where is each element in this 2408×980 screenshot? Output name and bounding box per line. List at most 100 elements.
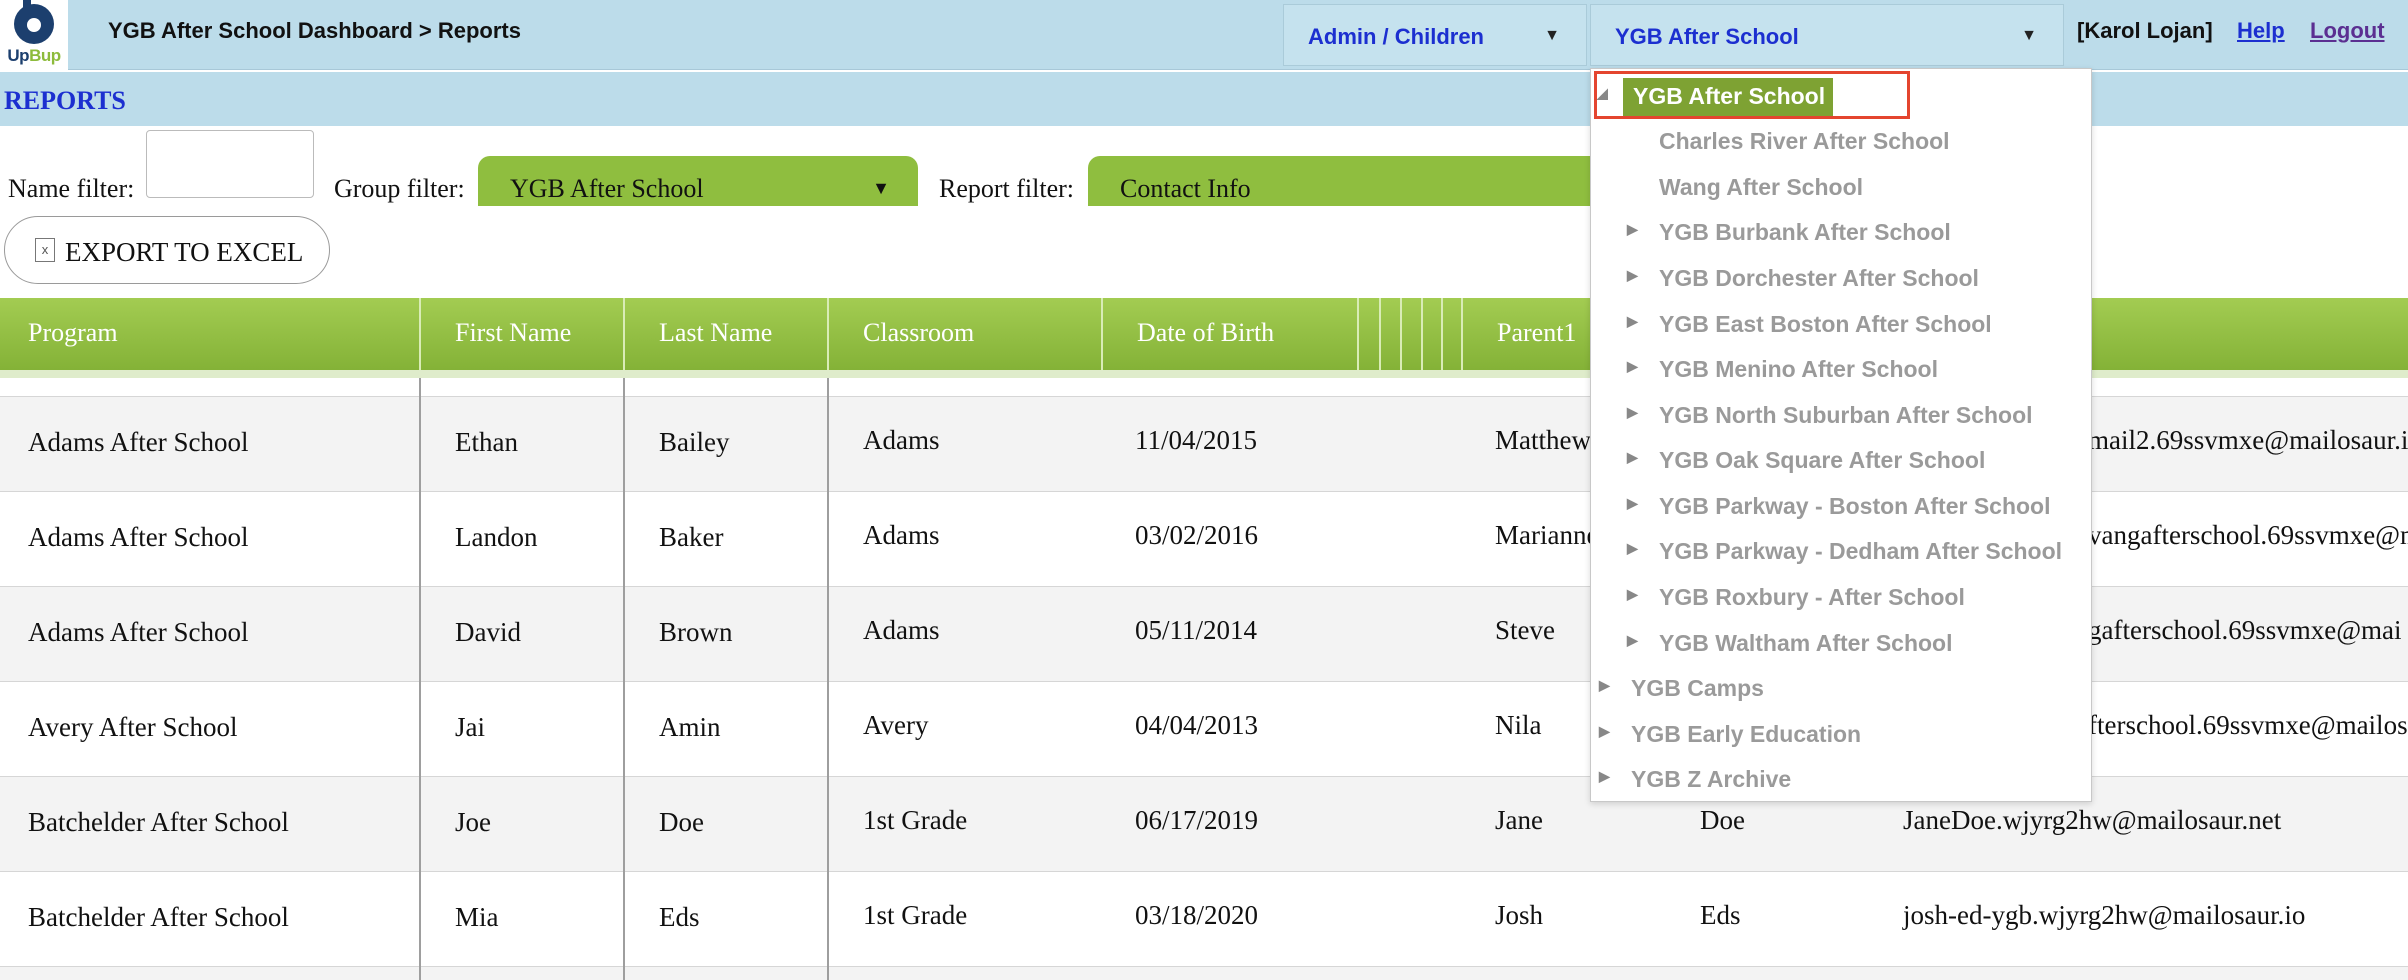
expand-arrow-icon[interactable]: ▶ — [1627, 404, 1638, 421]
tree-item-oak-square[interactable]: ▶ YGB Oak Square After School — [1591, 438, 2091, 482]
expand-arrow-icon[interactable]: ▶ — [1627, 358, 1638, 375]
page-title: REPORTS — [4, 86, 126, 115]
expand-arrow-icon[interactable]: ▶ — [1627, 221, 1638, 238]
help-link[interactable]: Help — [2237, 18, 2285, 44]
tree-item-charles-river[interactable]: Charles River After School — [1591, 119, 2091, 163]
cell-classroom: Adams — [863, 520, 940, 550]
column-divider[interactable] — [1357, 298, 1359, 370]
tree-item-burbank[interactable]: ▶ YGB Burbank After School — [1591, 210, 2091, 254]
expand-arrow-icon[interactable]: ▶ — [1627, 449, 1638, 466]
expand-arrow-icon[interactable]: ▶ — [1627, 495, 1638, 512]
group-filter-label: Group filter: — [334, 174, 465, 203]
column-header-date-of-birth[interactable]: Date of Birth — [1137, 318, 1274, 348]
column-header-parent1[interactable]: Parent1 — [1497, 318, 1576, 348]
cell-first-name: Jai — [455, 712, 485, 742]
school-dropdown-label: YGB After School — [1615, 24, 1799, 49]
cell-parent1-first: Marianne — [1495, 520, 1599, 550]
cell-classroom: Adams — [863, 615, 940, 645]
column-divider[interactable] — [623, 298, 625, 370]
expand-arrow-icon[interactable]: ▶ — [1599, 677, 1610, 694]
group-filter-value: YGB After School — [510, 174, 704, 203]
cell-parent1-email: fterschool.69ssvmxe@mailos — [2088, 710, 2408, 740]
tree-item-label: YGB Parkway - Dedham After School — [1659, 538, 2063, 564]
cell-date-of-birth: 05/11/2014 — [1135, 615, 1258, 645]
column-divider[interactable] — [1461, 298, 1463, 370]
expand-arrow-icon[interactable]: ▶ — [1599, 768, 1610, 785]
chevron-down-icon: ▼ — [2021, 27, 2037, 44]
group-filter-select[interactable]: YGB After School ▼ — [478, 156, 918, 206]
column-divider[interactable] — [827, 298, 829, 370]
report-filter-label: Report filter: — [939, 174, 1075, 203]
expand-arrow-icon[interactable]: ▶ — [1599, 723, 1610, 740]
column-divider — [419, 378, 421, 980]
cell-parent1-email: JaneDoe.wjyrg2hw@mailosaur.net — [1903, 805, 2282, 835]
column-header-first-name[interactable]: First Name — [455, 318, 571, 348]
tree-item-label: Wang After School — [1659, 174, 1864, 200]
cell-date-of-birth: 04/04/2013 — [1135, 710, 1259, 740]
report-filter-select[interactable]: Contact Info — [1088, 156, 1648, 206]
school-tree-dropdown: ◢ YGB After School Charles River After S… — [1590, 68, 2092, 802]
cell-parent1-last: Doe — [1700, 805, 1745, 835]
expand-arrow-icon[interactable]: ▶ — [1627, 267, 1638, 284]
cell-parent1-email: vangafterschool.69ssvmxe@m — [2088, 520, 2408, 550]
column-divider[interactable] — [1379, 298, 1381, 370]
column-divider — [623, 378, 625, 980]
column-header-program[interactable]: Program — [28, 318, 118, 348]
cell-last-name: Doe — [659, 807, 704, 837]
column-divider[interactable] — [1421, 298, 1423, 370]
column-divider[interactable] — [419, 298, 421, 370]
cell-program: Adams After School — [28, 522, 249, 552]
logout-link[interactable]: Logout — [2310, 18, 2385, 44]
tree-item-menino[interactable]: ▶ YGB Menino After School — [1591, 347, 2091, 391]
tree-item-east-boston[interactable]: ▶ YGB East Boston After School — [1591, 302, 2091, 346]
expand-arrow-icon[interactable]: ▶ — [1627, 313, 1638, 330]
cell-last-name: Brown — [659, 617, 733, 647]
cell-program: Batchelder After School — [28, 902, 289, 932]
table-row[interactable]: Batchelder After School Mia Eds 1st Grad… — [0, 871, 2408, 966]
logo[interactable]: UpBup — [0, 0, 68, 70]
column-divider[interactable] — [1101, 298, 1103, 370]
export-to-excel-button[interactable]: x EXPORT TO EXCEL — [4, 216, 330, 284]
tree-item-label: YGB Parkway - Boston After School — [1659, 493, 2051, 519]
column-divider[interactable] — [1400, 298, 1402, 370]
tree-item-label: YGB Oak Square After School — [1659, 447, 1986, 473]
cell-parent1-first: Steve — [1495, 615, 1555, 645]
logo-mark-icon — [14, 0, 54, 44]
cell-parent1-first: Nila — [1495, 710, 1542, 740]
user-name: [Karol Lojan] — [2077, 18, 2213, 43]
export-to-excel-label: EXPORT TO EXCEL — [65, 237, 304, 267]
school-dropdown[interactable]: YGB After School ▼ — [1590, 4, 2064, 66]
cell-last-name: Eds — [659, 902, 700, 932]
tree-item-ygb-early-education[interactable]: ▶ YGB Early Education — [1591, 712, 2091, 756]
admin-children-dropdown-label: Admin / Children — [1308, 24, 1484, 49]
chevron-down-icon: ▼ — [1544, 27, 1560, 44]
cell-date-of-birth: 03/02/2016 — [1135, 520, 1259, 550]
tree-item-dorchester[interactable]: ▶ YGB Dorchester After School — [1591, 256, 2091, 300]
cell-last-name: Amin — [659, 712, 721, 742]
tree-item-parkway-dedham[interactable]: ▶ YGB Parkway - Dedham After School — [1591, 529, 2091, 573]
admin-children-dropdown[interactable]: Admin / Children ▼ — [1283, 4, 1587, 66]
cell-program: Avery After School — [28, 712, 238, 742]
expand-arrow-icon[interactable]: ▶ — [1627, 586, 1638, 603]
tree-item-ygb-z-archive[interactable]: ▶ YGB Z Archive — [1591, 757, 2091, 801]
tree-item-north-suburban[interactable]: ▶ YGB North Suburban After School — [1591, 393, 2091, 437]
tree-item-label: YGB Burbank After School — [1659, 219, 1951, 245]
tree-item-roxbury[interactable]: ▶ YGB Roxbury - After School — [1591, 575, 2091, 619]
cell-date-of-birth: 03/18/2020 — [1135, 900, 1259, 930]
tree-item-wang[interactable]: Wang After School — [1591, 165, 2091, 209]
cell-classroom: Avery — [863, 710, 929, 740]
column-divider[interactable] — [1441, 298, 1443, 370]
cell-last-name: Baker — [659, 522, 724, 552]
column-header-classroom[interactable]: Classroom — [863, 318, 974, 348]
expand-arrow-icon[interactable]: ▶ — [1627, 540, 1638, 557]
expand-arrow-icon[interactable]: ▶ — [1627, 632, 1638, 649]
name-filter-input[interactable] — [146, 130, 314, 198]
column-header-last-name[interactable]: Last Name — [659, 318, 772, 348]
tree-item-ygb-camps[interactable]: ▶ YGB Camps — [1591, 666, 2091, 710]
tree-item-label: YGB Early Education — [1631, 721, 1862, 747]
table-row[interactable] — [0, 966, 2408, 980]
tree-item-parkway-boston[interactable]: ▶ YGB Parkway - Boston After School — [1591, 484, 2091, 528]
top-bar: UpBup YGB After School Dashboard > Repor… — [0, 0, 2408, 70]
tree-item-waltham[interactable]: ▶ YGB Waltham After School — [1591, 621, 2091, 665]
cell-program: Adams After School — [28, 617, 249, 647]
